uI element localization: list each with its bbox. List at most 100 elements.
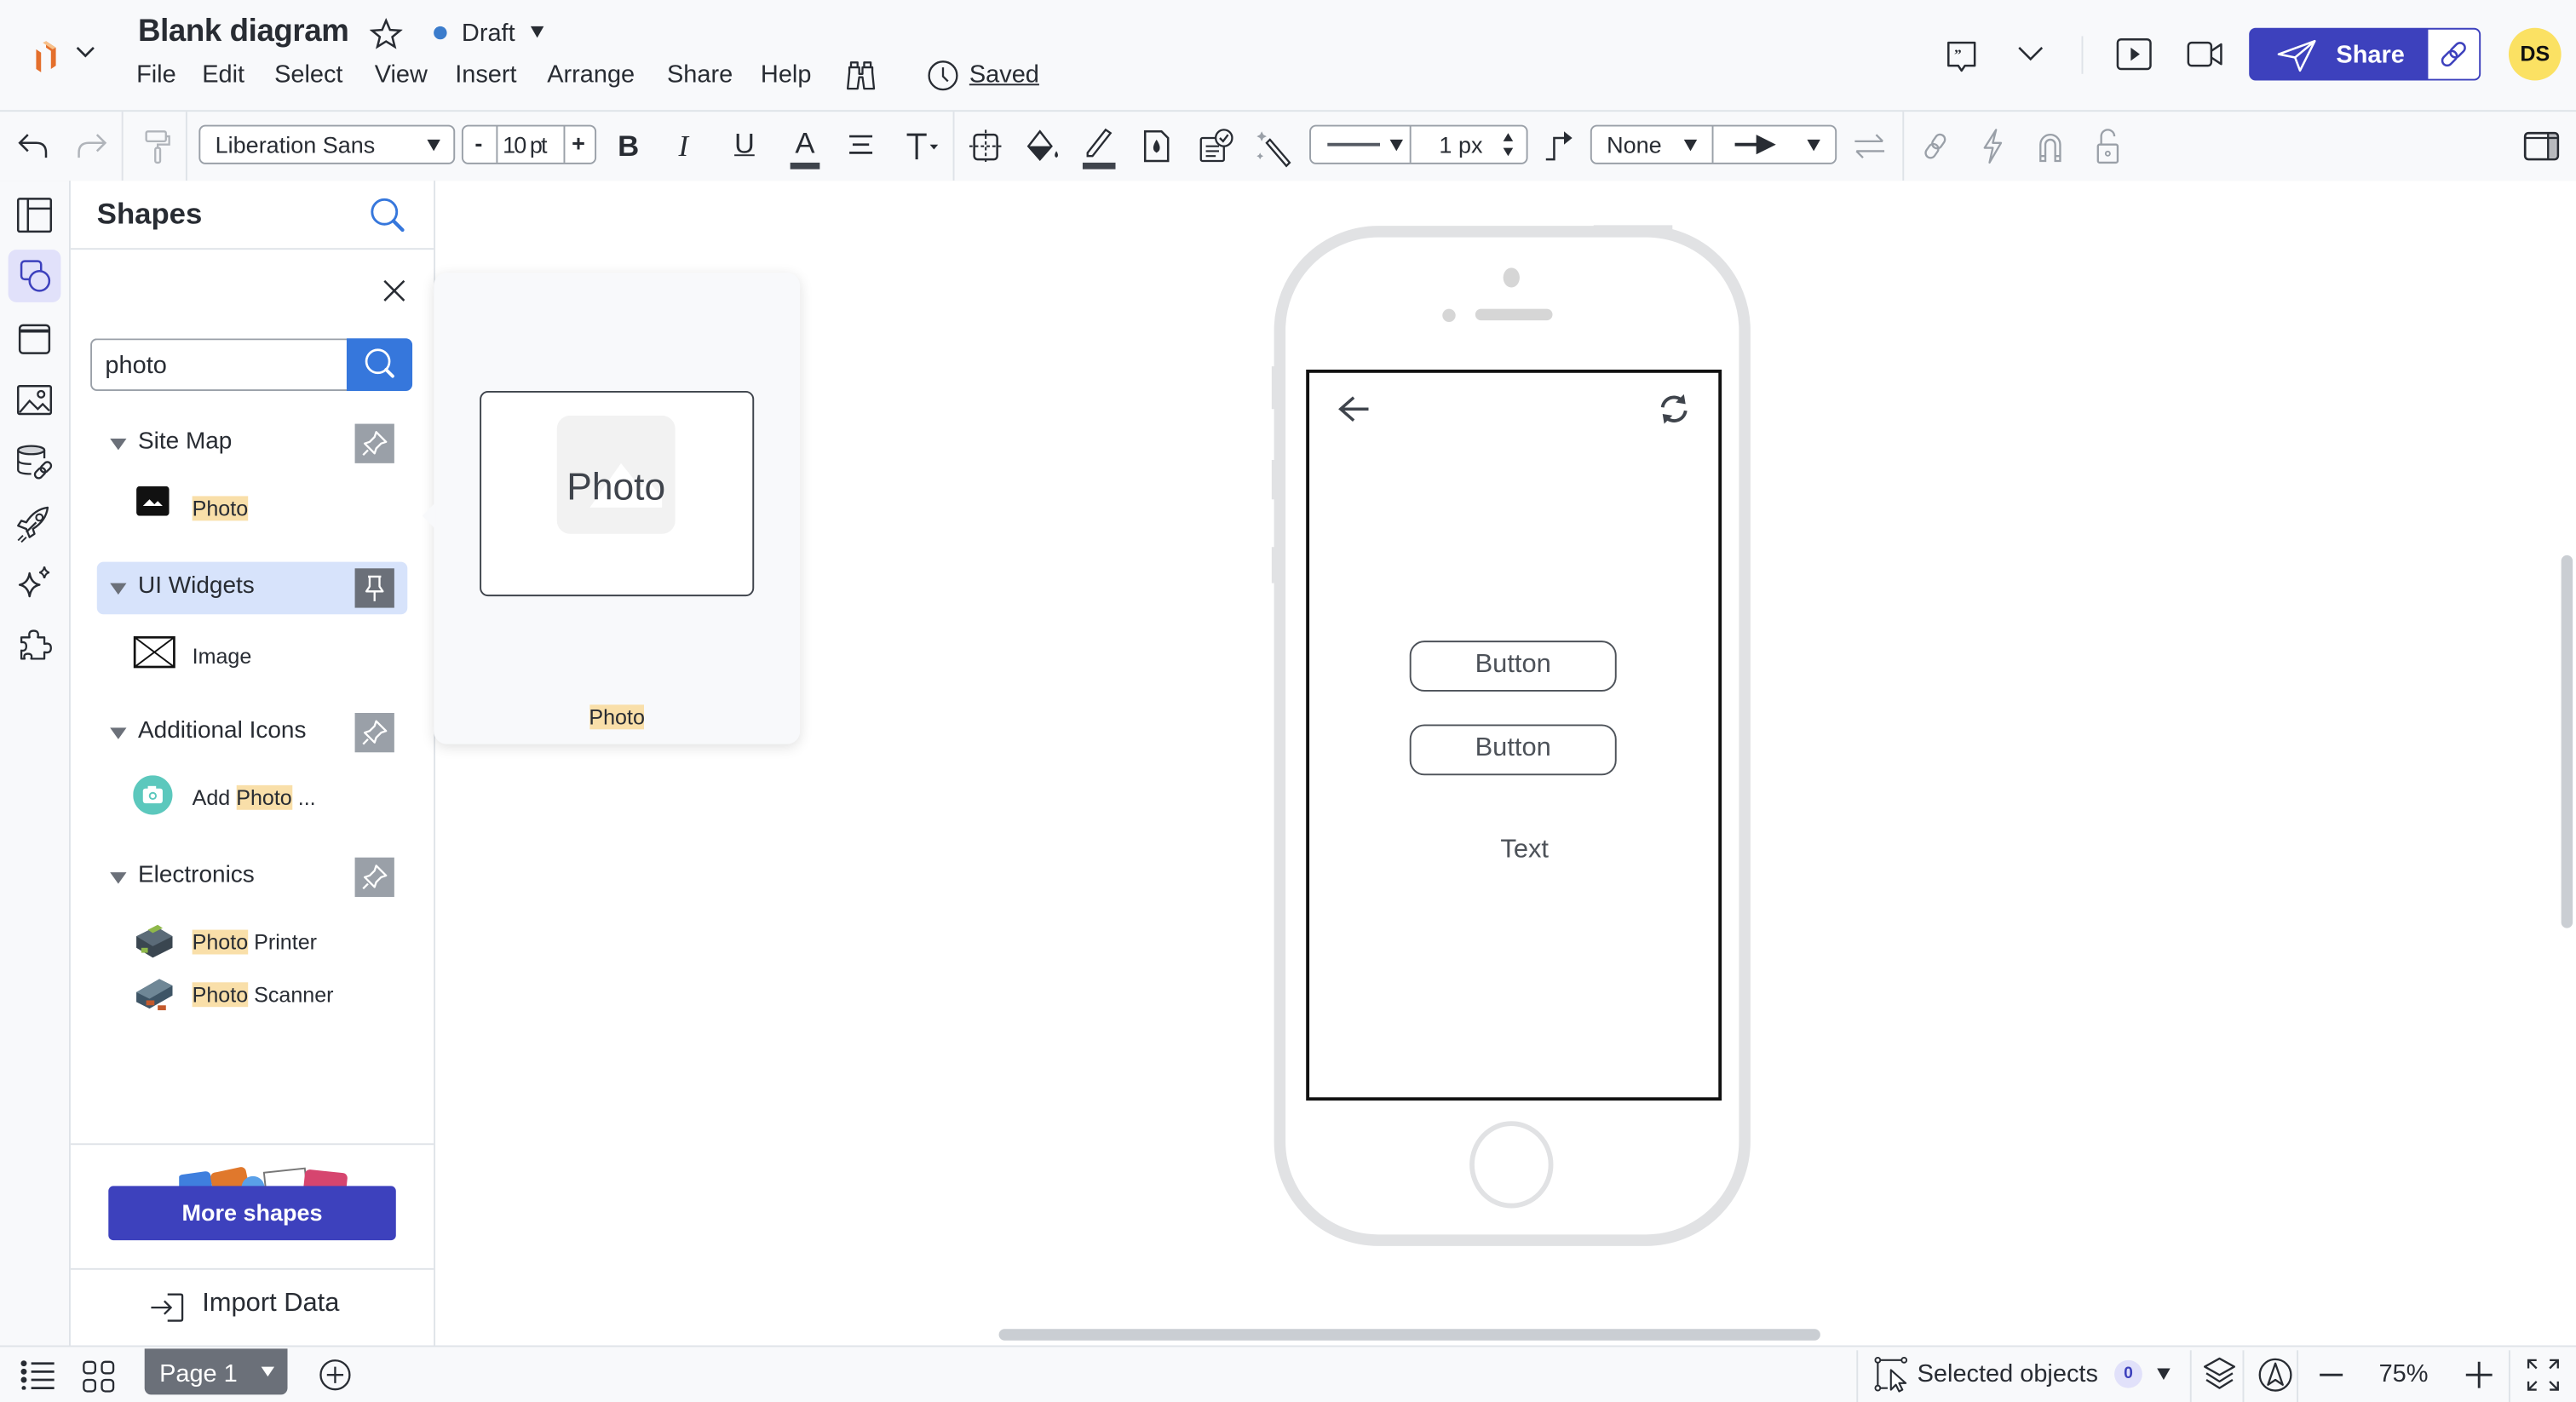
copy-link-button[interactable] <box>2428 29 2480 79</box>
draft-dropdown-icon[interactable] <box>530 26 544 38</box>
font-size-stepper[interactable]: - 10 pt + <box>461 124 597 164</box>
actions-lightning-icon[interactable] <box>1980 128 2006 164</box>
redo-icon[interactable] <box>76 131 109 161</box>
layers-icon[interactable] <box>2201 1355 2237 1394</box>
shape-search-field[interactable] <box>90 338 413 391</box>
zoom-out-icon[interactable] <box>2318 1371 2344 1378</box>
fullscreen-expand-icon[interactable] <box>2525 1357 2561 1393</box>
phone-screen[interactable]: Button Button Text <box>1306 369 1722 1101</box>
magnet-icon[interactable] <box>2035 129 2065 163</box>
document-title[interactable]: Blank diagram <box>138 14 349 50</box>
font-size-value[interactable]: 10 pt <box>503 131 547 158</box>
line-width-value[interactable]: 1 px <box>1439 131 1482 158</box>
app-logo[interactable] <box>30 36 66 75</box>
menu-help[interactable]: Help <box>761 60 812 89</box>
shape-position-icon[interactable] <box>969 128 1003 164</box>
arrow-start-value[interactable]: None <box>1607 131 1662 158</box>
shape-search-submit-button[interactable] <box>346 338 413 391</box>
frame-container-icon[interactable] <box>18 324 51 357</box>
logo-menu-chevron-icon[interactable] <box>76 46 95 59</box>
back-arrow-icon[interactable] <box>1336 393 1371 426</box>
zoom-level[interactable]: 75% <box>2379 1360 2429 1388</box>
text-align-icon[interactable] <box>846 133 876 159</box>
line-width-stepper-icon[interactable] <box>1502 131 1515 158</box>
image-icon[interactable] <box>16 384 53 417</box>
mockup-button[interactable]: Button <box>1409 724 1617 776</box>
format-painter-icon[interactable] <box>143 129 173 165</box>
page-tab-page-1[interactable]: Page 1 <box>144 1348 288 1395</box>
photo-shape-preview[interactable]: Photo <box>480 390 755 597</box>
opacity-icon[interactable] <box>1141 128 1171 164</box>
shapes-search-icon[interactable] <box>370 197 405 233</box>
outline-list-icon[interactable] <box>20 1360 55 1390</box>
menu-insert[interactable]: Insert <box>455 60 516 89</box>
arrow-end-preview-icon[interactable] <box>1734 133 1780 156</box>
swap-arrows-icon[interactable] <box>1851 133 1887 159</box>
close-search-icon[interactable] <box>382 279 405 302</box>
collapse-triangle-icon[interactable] <box>110 872 127 884</box>
rocket-icon[interactable] <box>14 504 54 543</box>
menu-view[interactable]: View <box>375 60 428 89</box>
refresh-icon[interactable] <box>1658 393 1691 426</box>
collapse-triangle-icon[interactable] <box>110 438 127 451</box>
unpin-category-button[interactable] <box>354 568 394 608</box>
font-size-increase-button[interactable]: + <box>572 129 585 156</box>
font-size-decrease-button[interactable]: - <box>474 129 482 156</box>
bold-icon[interactable]: B <box>618 129 639 164</box>
integrations-puzzle-icon[interactable] <box>16 626 52 662</box>
selected-objects-control[interactable]: Selected objects 0 <box>1874 1356 2180 1393</box>
horizontal-scrollbar[interactable] <box>998 1329 1820 1341</box>
underline-icon[interactable]: U <box>734 128 755 161</box>
category-electronics[interactable]: Electronics <box>97 851 407 904</box>
text-color-icon[interactable]: A <box>789 126 822 170</box>
add-page-icon[interactable] <box>319 1359 352 1392</box>
magic-wand-icon[interactable] <box>1255 128 1294 168</box>
vertical-scrollbar[interactable] <box>2561 554 2573 928</box>
collapse-triangle-icon[interactable] <box>110 583 127 595</box>
templates-layout-icon[interactable] <box>16 197 53 233</box>
menu-file[interactable]: File <box>136 60 176 89</box>
fill-color-icon[interactable] <box>1025 129 1061 163</box>
pin-category-button[interactable] <box>354 857 394 897</box>
user-avatar[interactable]: DS <box>2508 27 2562 81</box>
text-options-icon[interactable] <box>904 129 940 163</box>
import-data-button[interactable]: Import Data <box>149 1288 412 1327</box>
zoom-in-icon[interactable] <box>2464 1360 2494 1390</box>
ai-sparkle-icon[interactable] <box>16 565 52 600</box>
page-menu-arrow-icon[interactable] <box>261 1366 275 1377</box>
more-shapes-button[interactable]: More shapes <box>108 1186 396 1241</box>
draft-status[interactable]: Draft <box>462 20 515 48</box>
mockup-button[interactable]: Button <box>1409 641 1617 692</box>
shapes-tab-active[interactable] <box>8 250 61 302</box>
collapse-triangle-icon[interactable] <box>110 727 127 739</box>
menu-arrange[interactable]: Arrange <box>547 60 635 89</box>
present-play-icon[interactable] <box>2116 37 2152 71</box>
line-color-icon[interactable] <box>1082 125 1116 170</box>
pin-category-button[interactable] <box>354 423 394 463</box>
saved-status-link[interactable]: Saved <box>969 60 1039 89</box>
category-ui-widgets[interactable]: UI Widgets <box>96 561 408 615</box>
video-call-icon[interactable] <box>2187 41 2222 67</box>
font-family-select[interactable]: Liberation Sans <box>198 124 456 164</box>
page-grid-icon[interactable] <box>82 1360 115 1393</box>
menu-share[interactable]: Share <box>667 60 733 89</box>
category-site-map[interactable]: Site Map <box>97 417 407 470</box>
phone-mockup[interactable]: Button Button Text <box>1271 225 1755 1247</box>
comments-icon[interactable]: ” <box>1945 39 1978 75</box>
line-shape-elbow-icon[interactable] <box>1543 129 1576 163</box>
undo-icon[interactable] <box>16 131 49 161</box>
history-clock-icon[interactable] <box>927 59 960 92</box>
star-icon[interactable] <box>369 18 403 51</box>
link-insert-icon[interactable] <box>1920 129 1950 163</box>
toggle-right-panel-icon[interactable] <box>2523 131 2560 161</box>
line-style-select[interactable]: 1 px <box>1309 124 1528 164</box>
pin-category-button[interactable] <box>354 712 394 753</box>
comments-dropdown-chevron-icon[interactable] <box>2017 46 2044 62</box>
feature-finder-binoculars-icon[interactable] <box>844 60 877 92</box>
share-button[interactable]: Share <box>2249 27 2481 81</box>
navigate-compass-icon[interactable] <box>2257 1357 2293 1393</box>
menu-select[interactable]: Select <box>274 60 342 89</box>
menu-edit[interactable]: Edit <box>202 60 244 89</box>
italic-icon[interactable]: I <box>678 129 688 164</box>
conditional-formatting-icon[interactable] <box>1198 128 1233 164</box>
